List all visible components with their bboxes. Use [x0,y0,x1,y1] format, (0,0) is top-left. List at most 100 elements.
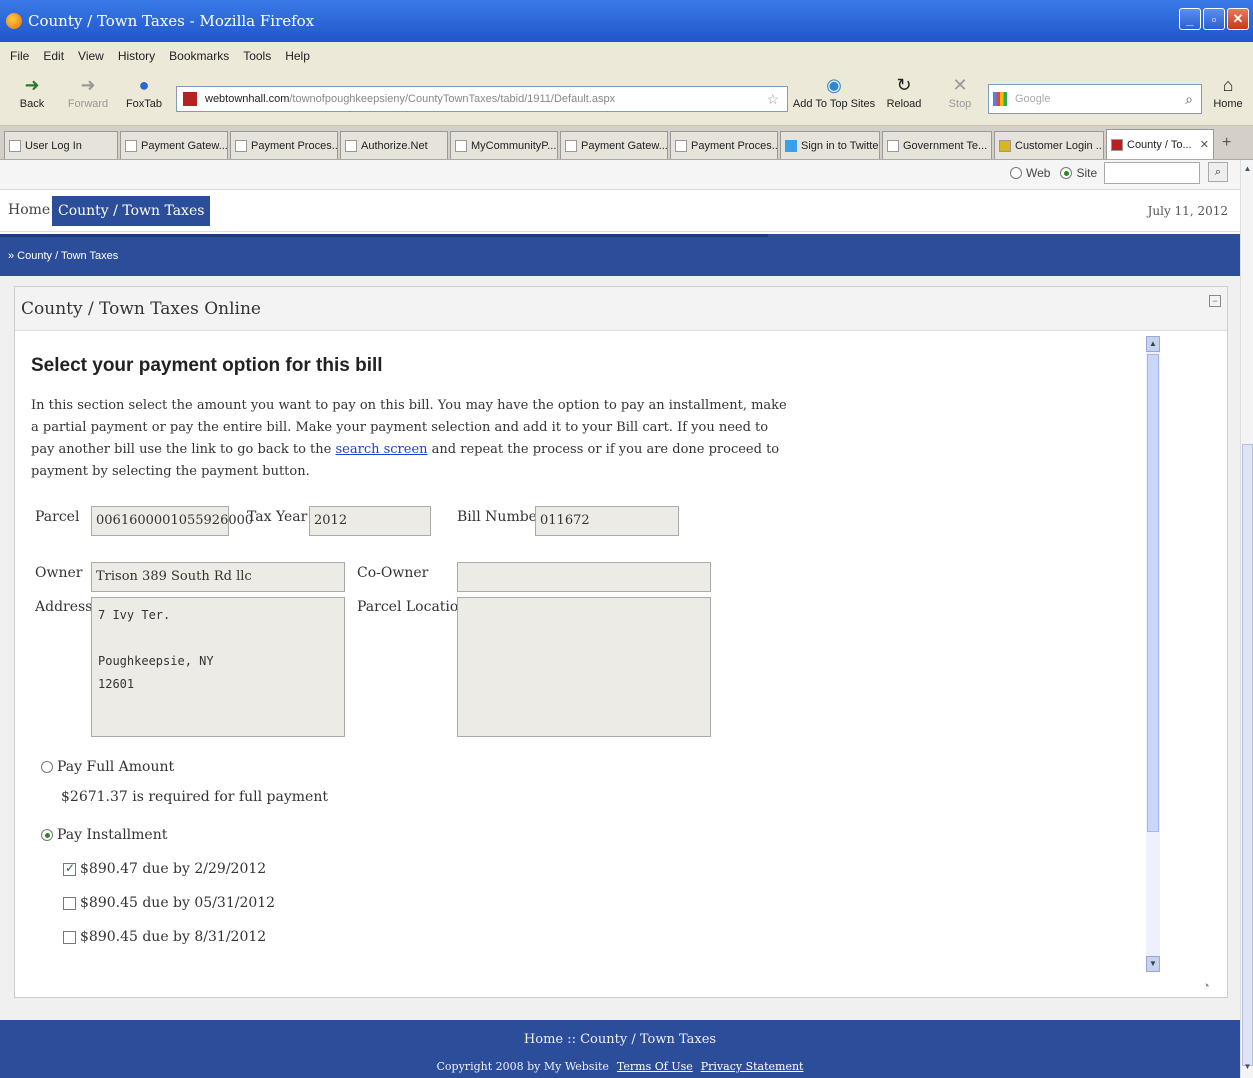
web-radio[interactable] [1010,167,1022,179]
reload-button[interactable]: ↻ Reload [884,74,924,110]
parcel-location-textarea[interactable] [457,597,711,737]
menu-file[interactable]: File [10,49,29,63]
tab-authorize-net[interactable]: Authorize.Net [340,131,448,159]
page-scroll-thumb[interactable] [1242,444,1253,1066]
scroll-down-icon[interactable]: ▼ [1146,956,1160,972]
tab-payment-process-2[interactable]: Payment Proces... [670,131,778,159]
tab-favicon-icon [235,139,247,152]
installment-2[interactable]: $890.45 due by 05/31/2012 [63,895,275,911]
foxtab-button[interactable]: ● FoxTab [122,74,166,110]
breadcrumb: » County / Town Taxes [0,234,1240,276]
tab-user-log-in[interactable]: User Log In [4,131,118,159]
minimize-panel-icon[interactable]: − [1209,295,1221,307]
window-controls: _ ▫ ✕ [1179,8,1249,30]
forward-button[interactable]: ➜ Forward [66,74,110,110]
pay-full-option[interactable]: Pay Full Amount [41,759,174,775]
menu-history[interactable]: History [118,49,155,63]
tab-favicon-icon [565,139,577,152]
navigation-toolbar: ➜ Back ➜ Forward ● FoxTab webtownhall.co… [0,70,1253,126]
site-search-input[interactable] [1104,162,1200,184]
tab-favicon-icon [125,139,137,152]
google-icon [993,92,1007,106]
tab-county-town[interactable]: County / To... ✕ [1106,129,1214,159]
address-label: Address [35,599,93,615]
tab-twitter[interactable]: Sign in to Twitter [780,131,880,159]
instructions-text: In this section select the amount you wa… [31,398,787,479]
search-scope: Web Site [1010,166,1097,180]
site-favicon-icon [183,92,197,106]
close-button[interactable]: ✕ [1227,8,1249,30]
privacy-link[interactable]: Privacy Statement [701,1060,804,1073]
scroll-up-icon[interactable]: ▲ [1146,336,1160,352]
close-tab-icon[interactable]: ✕ [1200,138,1209,151]
address-textarea[interactable]: 7 Ivy Ter. Poughkeepsie, NY 12601 [91,597,345,737]
panel-scrollbar[interactable]: ▲ ▼ [1146,336,1160,972]
page-scroll-up-icon[interactable]: ▲ [1241,164,1253,178]
url-bar[interactable]: webtownhall.com/townofpoughkeepsieny/Cou… [176,86,788,112]
resize-corner-icon[interactable]: ◔ [1202,978,1210,993]
installment-1-checkbox[interactable] [63,861,76,876]
installment-1[interactable]: $890.47 due by 2/29/2012 [63,861,266,877]
menu-view[interactable]: View [78,49,104,63]
stop-button[interactable]: ✕ Stop [942,74,978,110]
installment-3-checkbox[interactable] [63,930,76,944]
co-owner-label: Co-Owner [357,565,429,581]
co-owner-field[interactable] [457,562,711,592]
add-to-top-sites-button[interactable]: ◉ Add To Top Sites [792,74,876,110]
tab-mycommunity[interactable]: MyCommunityP... [450,131,558,159]
menu-edit[interactable]: Edit [43,49,64,63]
search-screen-link[interactable]: search screen [335,442,427,457]
menu-tools[interactable]: Tools [243,49,271,63]
section-heading: Select your payment option for this bill [31,355,383,376]
tab-favicon-icon [345,139,357,152]
scroll-thumb[interactable] [1147,354,1159,832]
site-search-go-icon[interactable]: ⌕ [1208,162,1228,182]
tab-bar: User Log In Payment Gatew... Payment Pro… [0,126,1253,160]
parcel-field[interactable]: 0061600001055926000 [91,506,253,536]
home-button[interactable]: ⌂ Home [1210,74,1246,110]
firefox-icon [6,13,22,29]
tab-customer-login[interactable]: Customer Login ... [994,131,1104,159]
tax-year-label: Tax Year [247,509,308,525]
tab-government[interactable]: Government Te... [882,131,992,159]
stop-icon: ✕ [952,75,968,95]
twitter-bird-icon [785,139,797,152]
tab-payment-process-1[interactable]: Payment Proces... [230,131,338,159]
footer-links[interactable]: Home :: County / Town Taxes [0,1032,1240,1047]
pay-full-radio[interactable] [41,761,53,773]
tab-payment-gateway-2[interactable]: Payment Gatew... [560,131,668,159]
page-scroll-down-icon[interactable]: ▼ [1241,1062,1253,1076]
pay-installment-option[interactable]: Pay Installment [41,827,167,843]
installment-2-checkbox[interactable] [63,896,76,910]
site-navigation: Home County / Town Taxes July 11, 2012 [0,190,1240,232]
content-panel: County / Town Taxes Online − Select your… [14,286,1228,998]
maximize-button[interactable]: ▫ [1203,8,1225,30]
minimize-button[interactable]: _ [1179,8,1201,30]
page-scrollbar[interactable]: ▲ ▼ [1240,160,1253,1078]
tax-year-field[interactable]: 2012 [309,506,431,536]
tab-payment-gateway-1[interactable]: Payment Gatew... [120,131,228,159]
nav-home-link[interactable]: Home [8,202,50,218]
tab-favicon-icon [675,139,687,152]
nav-county-town-taxes[interactable]: County / Town Taxes [52,196,211,226]
parcel-location-label: Parcel Location [357,599,468,615]
search-icon[interactable]: ⌕ [1185,91,1193,108]
menu-help[interactable]: Help [285,49,310,63]
bill-number-field[interactable]: 011672 [535,506,679,536]
pay-installment-radio[interactable] [41,829,53,841]
terms-link[interactable]: Terms Of Use [617,1060,693,1073]
site-search-bar: Web Site ⌕ [0,160,1240,190]
breadcrumb-link[interactable]: » County / Town Taxes [8,250,118,262]
back-button[interactable]: ➜ Back [12,74,52,110]
installment-3[interactable]: $890.45 due by 8/31/2012 [63,929,266,945]
panel-header: County / Town Taxes Online − [15,287,1227,331]
window-titlebar: County / Town Taxes - Mozilla Firefox _ … [0,0,1253,42]
site-radio[interactable] [1060,167,1073,179]
page-footer: Home :: County / Town Taxes Copyright 20… [0,1020,1240,1078]
tab-favicon-icon [1111,138,1123,151]
menu-bookmarks[interactable]: Bookmarks [169,49,229,63]
bookmark-star-icon[interactable]: ☆ [766,91,779,108]
new-tab-button[interactable]: + [1216,134,1237,152]
owner-field[interactable]: Trison 389 South Rd llc [91,562,345,592]
search-input[interactable]: Google ⌕ [988,84,1202,114]
